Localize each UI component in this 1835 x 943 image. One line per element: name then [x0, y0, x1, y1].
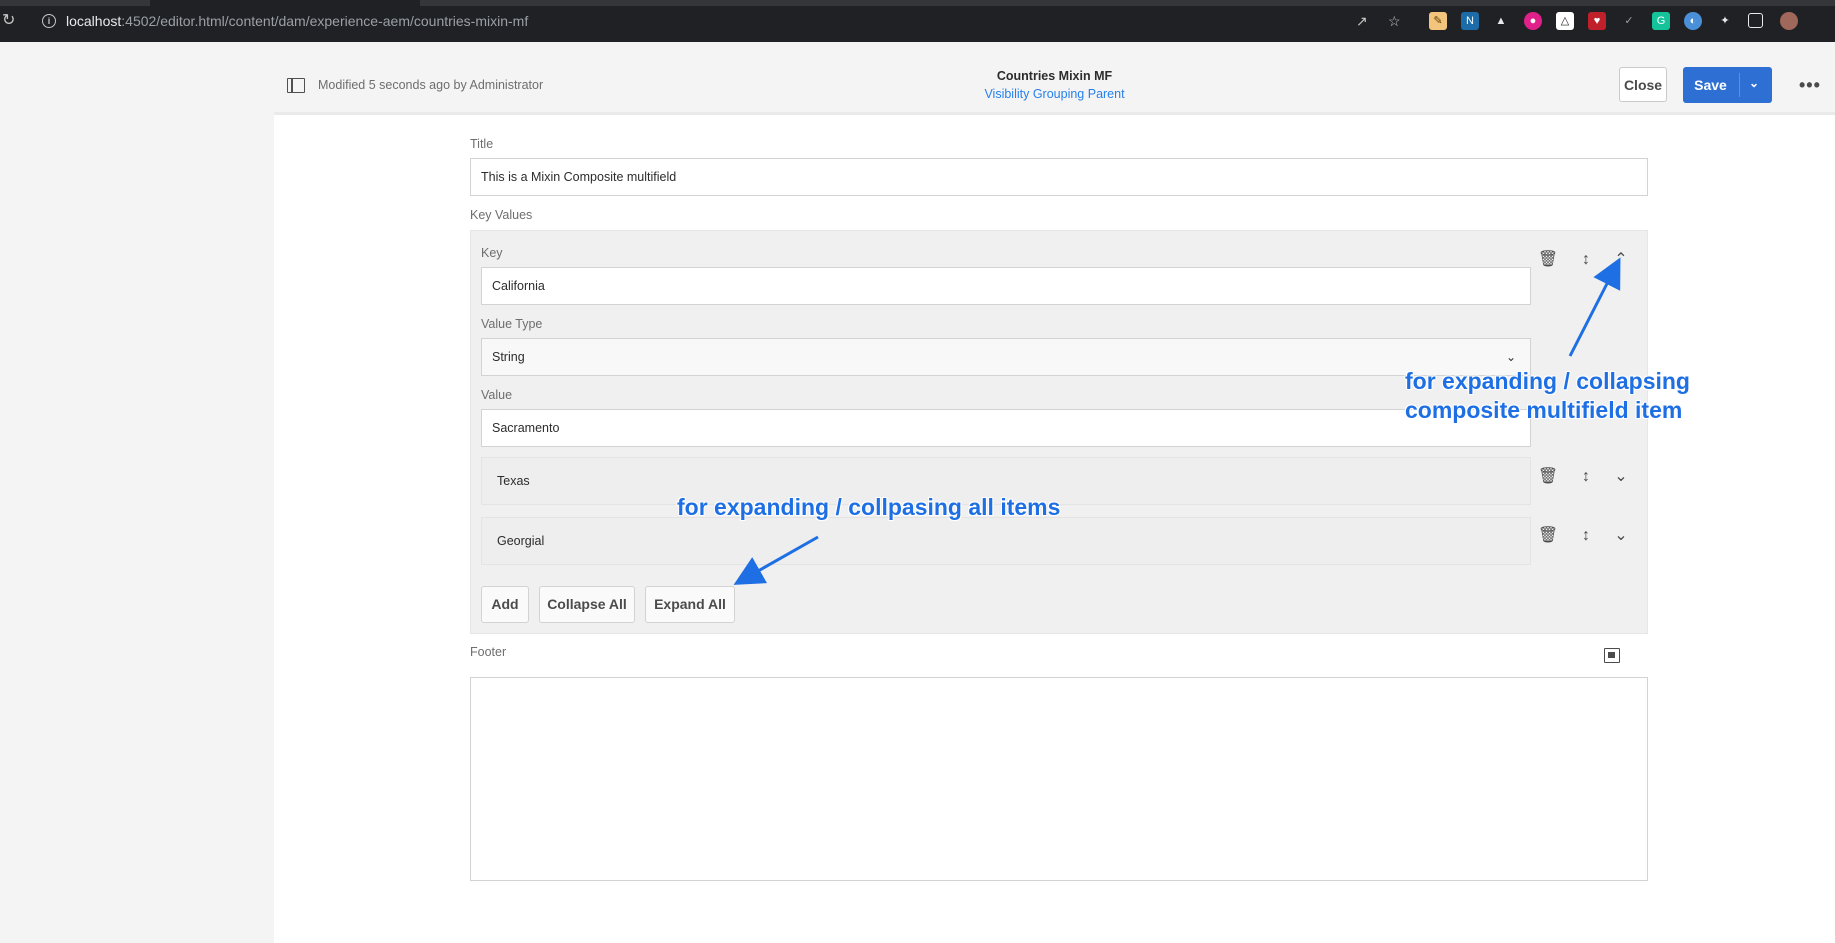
pen-ext-icon[interactable]: ✎	[1429, 12, 1447, 30]
title-label: Title	[470, 137, 494, 151]
value-label: Value	[481, 388, 513, 402]
info-icon[interactable]: i	[42, 14, 56, 28]
expand-all-button[interactable]: Expand All	[645, 586, 735, 623]
annotation-all-note: for expanding / collpasing all items	[677, 494, 1061, 520]
trash-icon[interactable]: 🗑	[1536, 248, 1560, 272]
chevron-up-icon[interactable]: ⌃	[1609, 248, 1633, 272]
avatar[interactable]	[1780, 12, 1798, 30]
value-type-selected: String	[492, 350, 525, 364]
n-ext-icon[interactable]: N	[1461, 12, 1479, 30]
save-button-label: Save	[1694, 77, 1727, 93]
annotation-item-note: for expanding / collapsing composite mul…	[1405, 368, 1690, 423]
close-button[interactable]: Close	[1619, 67, 1667, 102]
reorder-icon[interactable]: ↕	[1574, 524, 1598, 548]
key-values-label: Key Values	[470, 208, 533, 222]
value-type-select[interactable]: String ⌄	[481, 338, 1531, 376]
reload-icon[interactable]: ↻	[2, 12, 18, 30]
key-input[interactable]: California	[481, 267, 1531, 305]
key-label: Key	[481, 246, 503, 260]
fullscreen-icon[interactable]	[1604, 648, 1620, 663]
tab-strip	[0, 0, 1835, 6]
star-icon[interactable]: ☆	[1388, 13, 1401, 30]
share-icon[interactable]: ↗	[1356, 13, 1368, 30]
trash-icon[interactable]: 🗑	[1536, 524, 1560, 548]
chevron-down-icon[interactable]: ⌄	[1609, 524, 1633, 548]
circle-ext-icon[interactable]: ●	[1524, 12, 1542, 30]
sidebar-icon[interactable]	[1748, 13, 1763, 28]
triangle-ext-icon[interactable]: △	[1556, 12, 1574, 30]
url-text: localhost:4502/editor.html/content/dam/e…	[66, 13, 529, 29]
chevron-down-icon[interactable]: ⌄	[1749, 76, 1759, 90]
puzzle-icon[interactable]: ✦	[1716, 12, 1734, 30]
g-ext-icon[interactable]: G	[1652, 12, 1670, 30]
page-title: Countries Mixin MF	[996, 69, 1113, 83]
more-options-icon[interactable]: •••	[1799, 75, 1821, 96]
reorder-icon[interactable]: ↕	[1574, 465, 1598, 489]
value-input[interactable]: Sacramento	[481, 409, 1531, 447]
browser-toolbar: ↻ i localhost:4502/editor.html/content/d…	[0, 0, 1835, 42]
trash-icon[interactable]: 🗑	[1536, 465, 1560, 489]
address-bar[interactable]: i localhost:4502/editor.html/content/dam…	[33, 9, 1415, 35]
value-type-label: Value Type	[481, 317, 543, 331]
collapse-all-button[interactable]: Collapse All	[539, 586, 635, 623]
left-rail	[0, 42, 274, 943]
mortarboard-ext-icon[interactable]: ▲	[1492, 12, 1510, 30]
footer-label: Footer	[470, 645, 507, 659]
chevron-down-icon[interactable]: ⌄	[1609, 465, 1633, 489]
page-subtitle-link[interactable]: Visibility Grouping Parent	[274, 87, 1835, 101]
list-item[interactable]: Georgial	[481, 517, 1531, 565]
title-input[interactable]: This is a Mixin Composite multifield	[470, 158, 1648, 196]
check-ext-icon[interactable]: ✓	[1620, 12, 1638, 30]
save-button[interactable]: Save ⌄	[1683, 67, 1772, 103]
add-button[interactable]: Add	[481, 586, 529, 623]
editor-header: Modified 5 seconds ago by Administrator …	[274, 42, 1835, 115]
footer-textarea[interactable]	[470, 677, 1648, 881]
shield-ext-icon[interactable]: ♥	[1588, 12, 1606, 30]
globe-ext-icon[interactable]: ◐	[1684, 12, 1702, 30]
reorder-icon[interactable]: ↕	[1574, 248, 1598, 272]
